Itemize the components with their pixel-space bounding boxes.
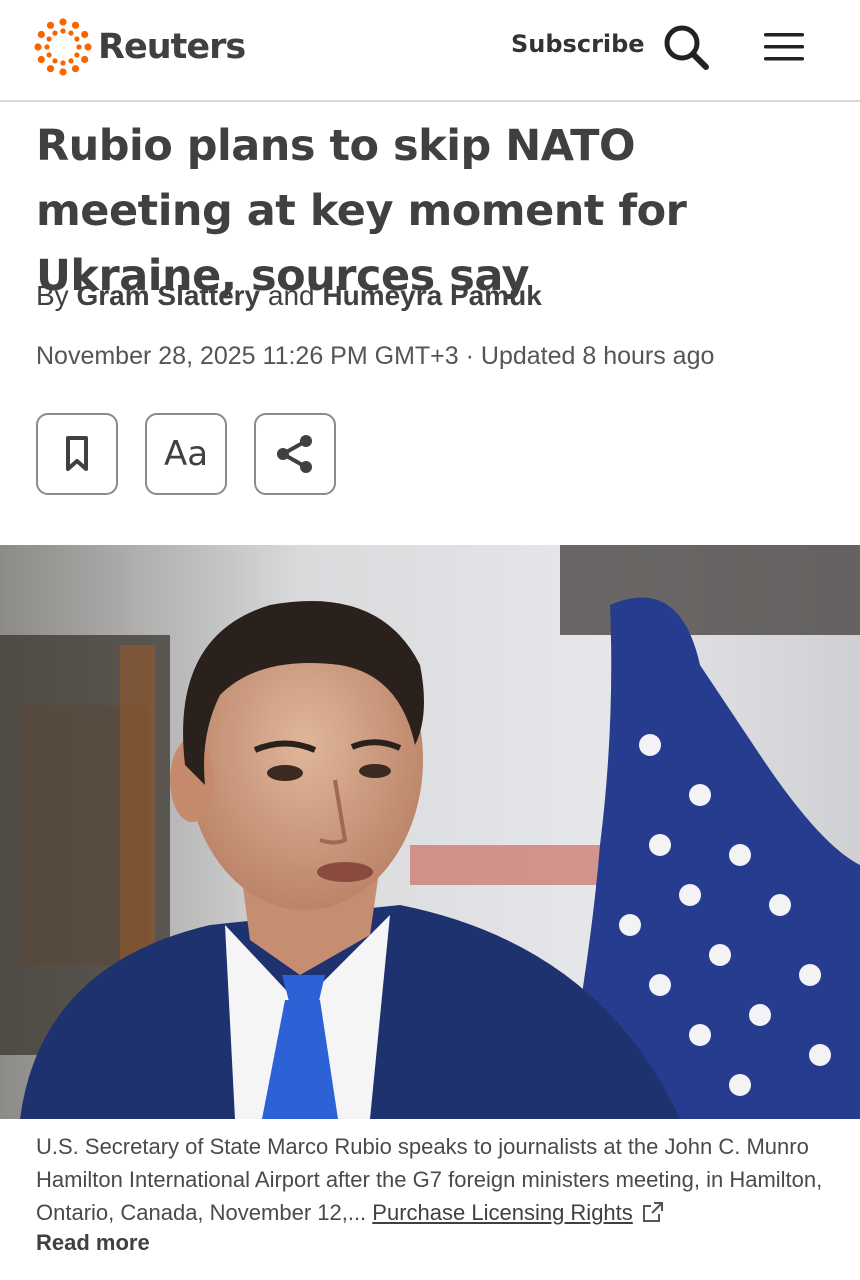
byline: By Gram Slattery and Humeyra Pamuk [36, 280, 542, 312]
author-link-1[interactable]: Gram Slattery [76, 280, 260, 311]
external-link-icon[interactable] [641, 1200, 665, 1224]
hamburger-menu-icon[interactable] [762, 30, 806, 64]
share-button[interactable] [254, 413, 336, 495]
article-photo[interactable] [0, 545, 860, 1119]
share-icon [277, 435, 312, 473]
purchase-licensing-rights-link[interactable]: Purchase Licensing Rights [372, 1200, 632, 1225]
byline-prefix: By [36, 280, 69, 311]
subscribe-button[interactable]: Subscribe [511, 30, 645, 58]
dateline: November 28, 2025 11:26 PM GMT+3 · Updat… [36, 342, 715, 370]
author-link-2[interactable]: Humeyra Pamuk [322, 280, 541, 311]
search-icon[interactable] [661, 22, 711, 72]
bookmark-icon [66, 436, 88, 471]
bookmark-button[interactable] [36, 413, 118, 495]
rubio-portrait-image [0, 545, 860, 1119]
font-size-button[interactable]: Aa [145, 413, 227, 495]
byline-conjunction: and [267, 280, 315, 311]
font-size-label: Aa [163, 434, 209, 474]
brand-name: Reuters [98, 27, 246, 67]
site-header: Reuters Subscribe [0, 0, 860, 102]
photo-caption: U.S. Secretary of State Marco Rubio spea… [36, 1130, 836, 1229]
reuters-logo[interactable]: Reuters [34, 18, 246, 76]
read-more-button[interactable]: Read more [36, 1230, 150, 1256]
reuters-logo-icon [34, 18, 92, 76]
